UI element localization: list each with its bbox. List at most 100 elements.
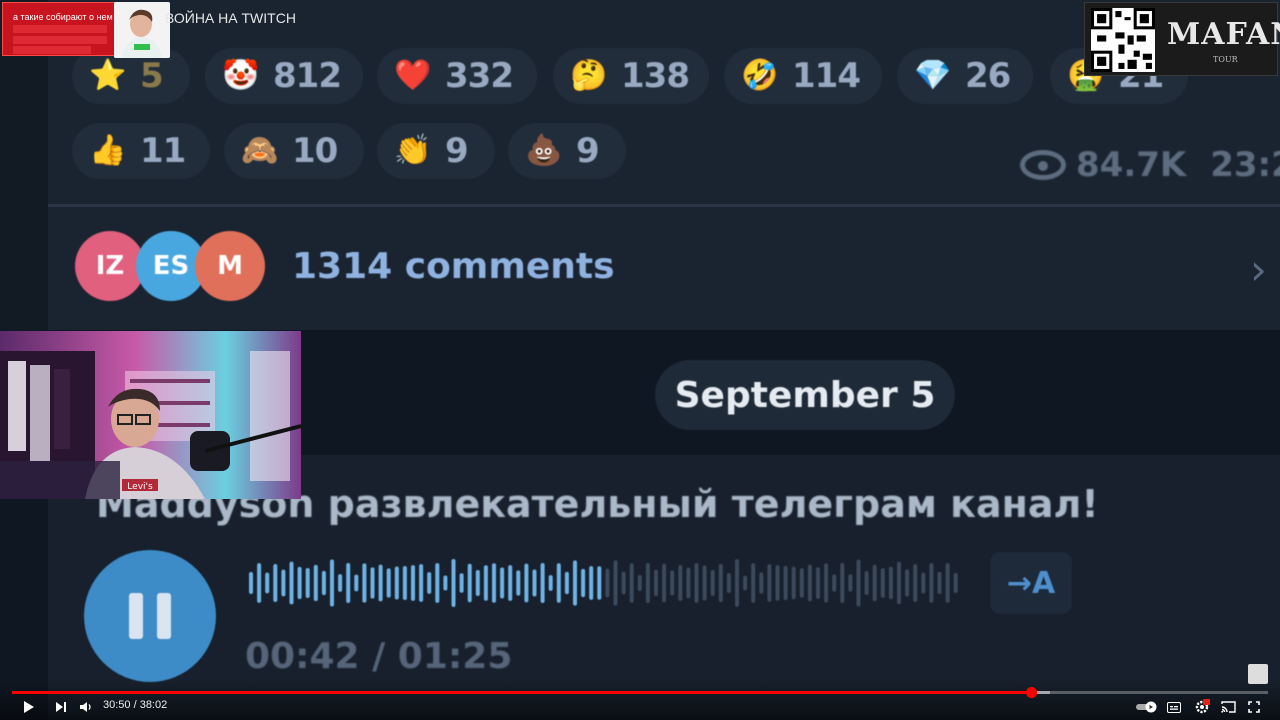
waveform-bar — [573, 560, 577, 606]
waveform-bar — [459, 573, 464, 593]
waveform-bar — [516, 570, 521, 596]
svg-text:Levi's: Levi's — [127, 482, 153, 492]
video-frame[interactable]: ⭐ 5 🤡 812 ❤️ 332 🤔 138 🤣 114 💎 26 🤮 21 👍… — [0, 0, 1280, 720]
waveform-bar — [394, 566, 399, 600]
streamer-face-sticker — [114, 2, 170, 58]
waveform-bar — [346, 563, 351, 603]
reaction-monkey: 🙈 10 — [224, 123, 364, 179]
waveform-bar — [888, 566, 893, 600]
waveform-bar — [467, 563, 472, 603]
waveform-bar — [305, 567, 310, 599]
waveform-bar — [475, 570, 480, 596]
waveform-bar — [880, 568, 885, 598]
laughing-emoji-icon: 🤣 — [741, 58, 779, 93]
cast-button[interactable] — [1219, 699, 1237, 715]
volume-icon — [80, 702, 91, 712]
waveform-bar — [605, 568, 610, 598]
heart-emoji-icon: ❤️ — [394, 58, 432, 93]
channel-avatar[interactable] — [1248, 664, 1268, 684]
waveform-bar — [645, 563, 650, 603]
waveform-bar — [807, 564, 812, 602]
poop-emoji-icon: 💩 — [525, 133, 563, 168]
waveform-bar — [694, 563, 699, 603]
waveform-bar — [597, 566, 602, 600]
skip-next-icon — [56, 702, 66, 712]
waveform-bar — [386, 568, 391, 598]
waveform-bar — [540, 563, 545, 603]
scrubber-handle[interactable] — [1026, 687, 1037, 698]
reaction-poop: 💩 9 — [508, 123, 626, 179]
thumbs-up-emoji-icon: 👍 — [89, 133, 127, 168]
player-controls — [0, 680, 1280, 720]
waveform-bar — [783, 565, 788, 601]
waveform-bar — [589, 566, 594, 600]
waveform-bar — [791, 566, 796, 600]
tour-promo-overlay: MAFANYA TOUR — [1084, 2, 1280, 76]
subtitles-button[interactable] — [1166, 699, 1182, 715]
waveform-bar — [621, 571, 626, 595]
date-separator: September 5 — [655, 360, 955, 430]
waveform-bar — [913, 564, 918, 602]
brand-logo: MAFANYA — [1167, 17, 1280, 52]
diamond-emoji-icon: 💎 — [914, 58, 952, 93]
waveform-bar — [637, 574, 642, 592]
waveform-bar — [864, 571, 869, 595]
waveform-bar — [411, 565, 415, 601]
waveform-bar — [840, 563, 845, 603]
next-button[interactable] — [52, 699, 70, 715]
waveform-bar — [629, 563, 634, 603]
cast-icon — [1220, 701, 1236, 713]
divider — [48, 204, 1280, 207]
time-display: 30:50 / 38:02 — [103, 699, 168, 711]
waveform-bar — [257, 563, 262, 603]
waveform-bar — [702, 565, 707, 601]
waveform-bar — [775, 565, 780, 601]
waveform-bar — [419, 564, 424, 602]
waveform-bar — [435, 563, 440, 603]
waveform-bar — [581, 568, 586, 598]
waveform-bar — [718, 563, 723, 603]
waveform-bar — [354, 574, 359, 592]
waveform-bar — [378, 564, 383, 602]
waveform-bar — [338, 574, 343, 592]
fullscreen-button[interactable] — [1246, 699, 1262, 715]
waveform-bar — [824, 563, 829, 603]
waveform-bar — [370, 567, 375, 599]
waveform-bar — [872, 564, 877, 602]
reaction-diamond: 💎 26 — [897, 48, 1033, 104]
waveform-bar — [856, 559, 861, 607]
waveform-bar — [613, 560, 618, 606]
mute-button[interactable] — [78, 699, 94, 715]
autoplay-toggle[interactable] — [1134, 699, 1160, 715]
waveform-bar — [556, 563, 561, 603]
waveform-bar — [937, 571, 942, 595]
webcam-image: Levi's — [0, 331, 301, 499]
video-title[interactable]: ВОЙНА НА TWITCH — [165, 10, 296, 26]
views-count: 84.7K — [1076, 145, 1187, 185]
waveform-bar — [710, 569, 715, 597]
settings-button[interactable] — [1192, 699, 1212, 715]
waveform-bar — [743, 575, 748, 591]
waveform-bar — [532, 569, 537, 597]
reaction-thinking: 🤔 138 — [553, 48, 709, 104]
waveform-bar — [670, 570, 675, 596]
chevron-right-icon: › — [1250, 245, 1267, 294]
reaction-thumbs-up: 👍 11 — [72, 123, 210, 179]
thinking-emoji-icon: 🤔 — [570, 58, 608, 93]
avatar: IZ — [75, 231, 145, 301]
play-button[interactable] — [20, 699, 38, 715]
translate-button: →A — [990, 552, 1072, 614]
play-icon — [24, 701, 34, 713]
waveform-bar — [483, 565, 488, 601]
waveform-bar — [897, 561, 901, 605]
captions-icon — [1167, 701, 1181, 713]
waveform-bar — [759, 572, 764, 594]
waveform-bar — [443, 575, 448, 591]
star-emoji-icon: ⭐ — [89, 58, 127, 93]
reaction-clown: 🤡 812 — [205, 48, 363, 104]
waveform-bar — [654, 569, 658, 597]
autoplay-toggle-icon — [1136, 701, 1157, 713]
streamer-webcam: Levi's — [0, 331, 301, 499]
waveform-bar — [799, 568, 804, 598]
voice-waveform — [249, 559, 958, 607]
